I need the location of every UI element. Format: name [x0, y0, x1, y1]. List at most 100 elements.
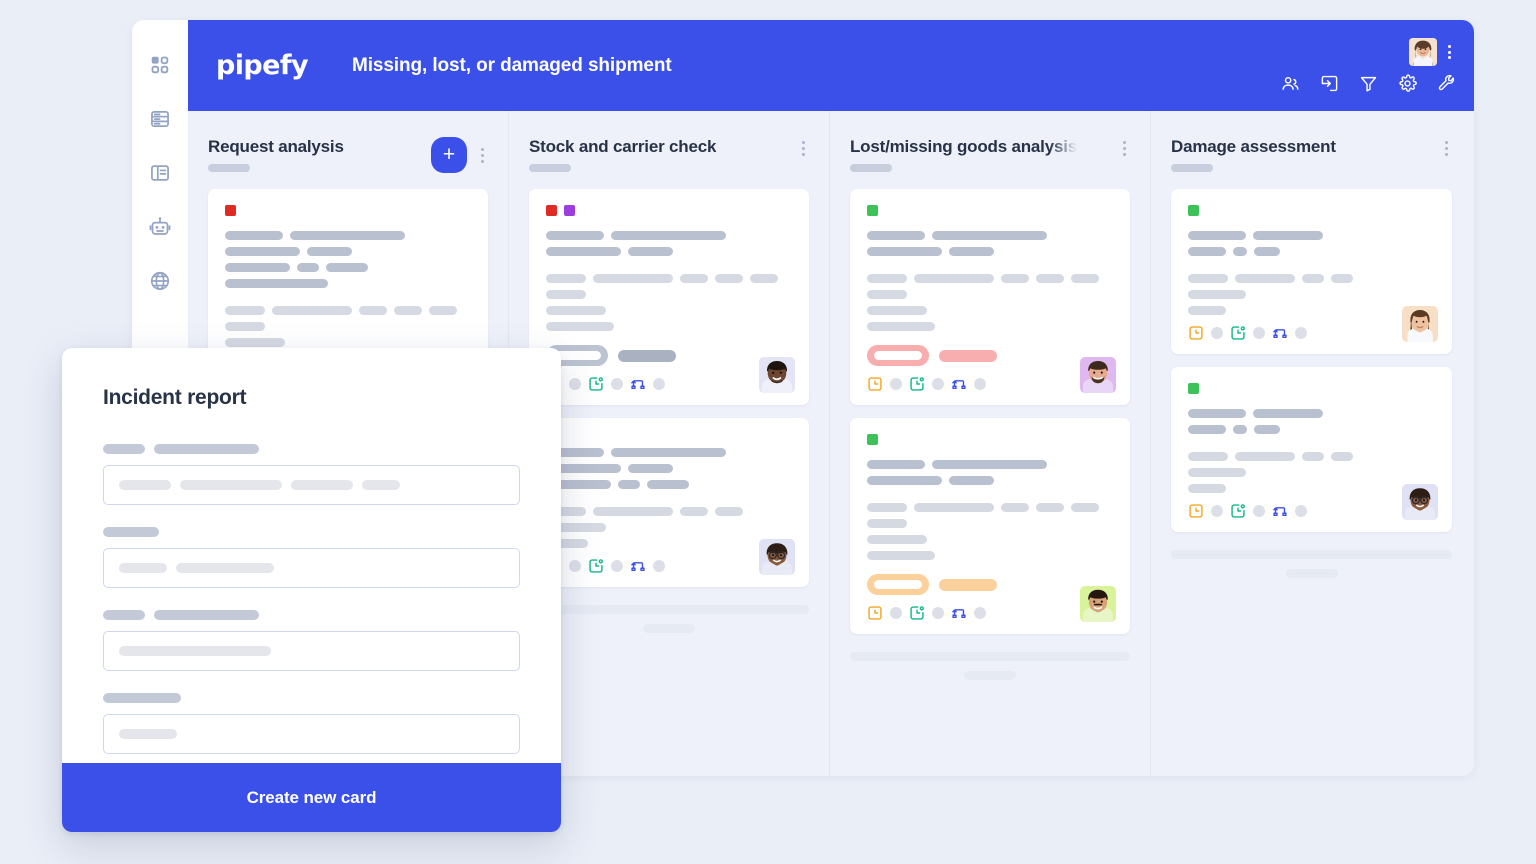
field-label-skeleton [103, 693, 520, 703]
board-card[interactable] [529, 418, 809, 587]
connection-icon[interactable] [630, 558, 646, 574]
settings-button[interactable] [1398, 74, 1417, 93]
database-icon [149, 108, 171, 130]
screenshot-stage: pipefy Missing, lost, or damaged shipmen… [0, 0, 1536, 864]
card-footer [867, 605, 1113, 621]
sidebar-item-templates[interactable] [147, 160, 173, 186]
connection-icon[interactable] [951, 376, 967, 392]
card-avatar[interactable] [1080, 586, 1116, 622]
create-new-card-button[interactable]: Create new card [62, 763, 561, 832]
card-avatar[interactable] [1402, 484, 1438, 520]
sidebar-item-automation[interactable] [147, 214, 173, 240]
due-date-icon[interactable] [1188, 325, 1204, 341]
card-title-skeleton [1188, 247, 1435, 256]
form-input[interactable] [103, 714, 520, 754]
field-label-skeleton [103, 610, 520, 620]
column-count-skeleton [1171, 164, 1213, 172]
card-footer [546, 558, 792, 574]
column-menu-icon[interactable] [1119, 137, 1130, 160]
robot-automation-icon [149, 216, 171, 238]
checklist-count [611, 560, 623, 572]
column-title: Lost/missing goods analysis [850, 137, 1077, 156]
column-menu-icon[interactable] [798, 137, 809, 160]
card-title-skeleton [1188, 409, 1435, 418]
board-card[interactable] [529, 189, 809, 405]
column-menu-icon[interactable] [477, 144, 488, 167]
members-button[interactable] [1281, 74, 1300, 93]
due-date-count [569, 378, 581, 390]
checklist-icon[interactable] [588, 376, 604, 392]
import-button[interactable] [1320, 74, 1339, 93]
card-title-skeleton [1188, 231, 1435, 240]
card-avatar[interactable] [1402, 306, 1438, 342]
filter-button[interactable] [1359, 74, 1378, 93]
due-date-count [569, 560, 581, 572]
due-date-count [1211, 327, 1223, 339]
column-header: Request analysis + [208, 137, 488, 189]
avatar[interactable] [1409, 38, 1437, 66]
add-card-button[interactable]: + [431, 137, 467, 173]
column-count-skeleton [529, 164, 571, 172]
card-title-skeleton [546, 480, 792, 489]
kebab-menu-icon[interactable] [1443, 42, 1456, 62]
card-avatar[interactable] [1080, 357, 1116, 393]
board-card[interactable] [850, 189, 1130, 405]
checklist-icon[interactable] [1230, 325, 1246, 341]
checklist-count [1253, 505, 1265, 517]
board-card[interactable] [1171, 367, 1452, 532]
form-input[interactable] [103, 548, 520, 588]
column-count-skeleton [208, 164, 250, 172]
connection-icon[interactable] [1272, 325, 1288, 341]
column-header: Stock and carrier check [529, 137, 809, 189]
connection-count [974, 378, 986, 390]
incident-report-modal: Incident report Create new card [62, 348, 561, 832]
card-tag [564, 205, 575, 216]
column-menu-icon[interactable] [1441, 137, 1452, 160]
card-title-skeleton [546, 231, 792, 256]
sidebar-item-database[interactable] [147, 106, 173, 132]
card-meta-skeleton [225, 306, 471, 331]
form-field [103, 610, 520, 671]
card-label-bar [618, 349, 676, 362]
card-title-skeleton [867, 460, 1113, 485]
form-input[interactable] [103, 465, 520, 505]
form-field [103, 444, 520, 505]
card-tag [1188, 383, 1199, 394]
due-date-icon[interactable] [867, 605, 883, 621]
card-badge-row [867, 345, 1113, 366]
board-card[interactable] [850, 418, 1130, 634]
due-date-icon[interactable] [867, 376, 883, 392]
form-field [103, 527, 520, 588]
form-input[interactable] [103, 631, 520, 671]
board-title: Missing, lost, or damaged shipment [351, 54, 672, 76]
top-bar-actions [1281, 20, 1456, 111]
checklist-icon[interactable] [1230, 503, 1246, 519]
connection-icon[interactable] [1272, 503, 1288, 519]
sidebar-item-dashboard[interactable] [147, 52, 173, 78]
checklist-icon[interactable] [588, 558, 604, 574]
card-meta-skeleton [546, 274, 792, 299]
column-title: Stock and carrier check [529, 137, 717, 156]
card-status-badge [867, 345, 929, 366]
card-meta-skeleton [867, 274, 1113, 299]
column-count-skeleton [850, 164, 892, 172]
card-title-skeleton [225, 231, 471, 256]
checklist-count [611, 378, 623, 390]
card-meta-skeleton [1188, 274, 1435, 283]
board-card[interactable] [1171, 189, 1452, 354]
card-tag [867, 434, 878, 445]
connection-icon[interactable] [951, 605, 967, 621]
column-title: Damage assessment [1171, 137, 1336, 156]
card-avatar[interactable] [759, 357, 795, 393]
sidebar-item-portal[interactable] [147, 268, 173, 294]
checklist-icon[interactable] [909, 376, 925, 392]
card-avatar[interactable] [759, 539, 795, 575]
tools-button[interactable] [1437, 74, 1456, 93]
due-date-icon[interactable] [1188, 503, 1204, 519]
connection-icon[interactable] [630, 376, 646, 392]
layout-template-icon [149, 162, 171, 184]
connection-count [1295, 505, 1307, 517]
pipefy-logo[interactable]: pipefy [216, 50, 309, 81]
due-date-count [890, 607, 902, 619]
checklist-icon[interactable] [909, 605, 925, 621]
